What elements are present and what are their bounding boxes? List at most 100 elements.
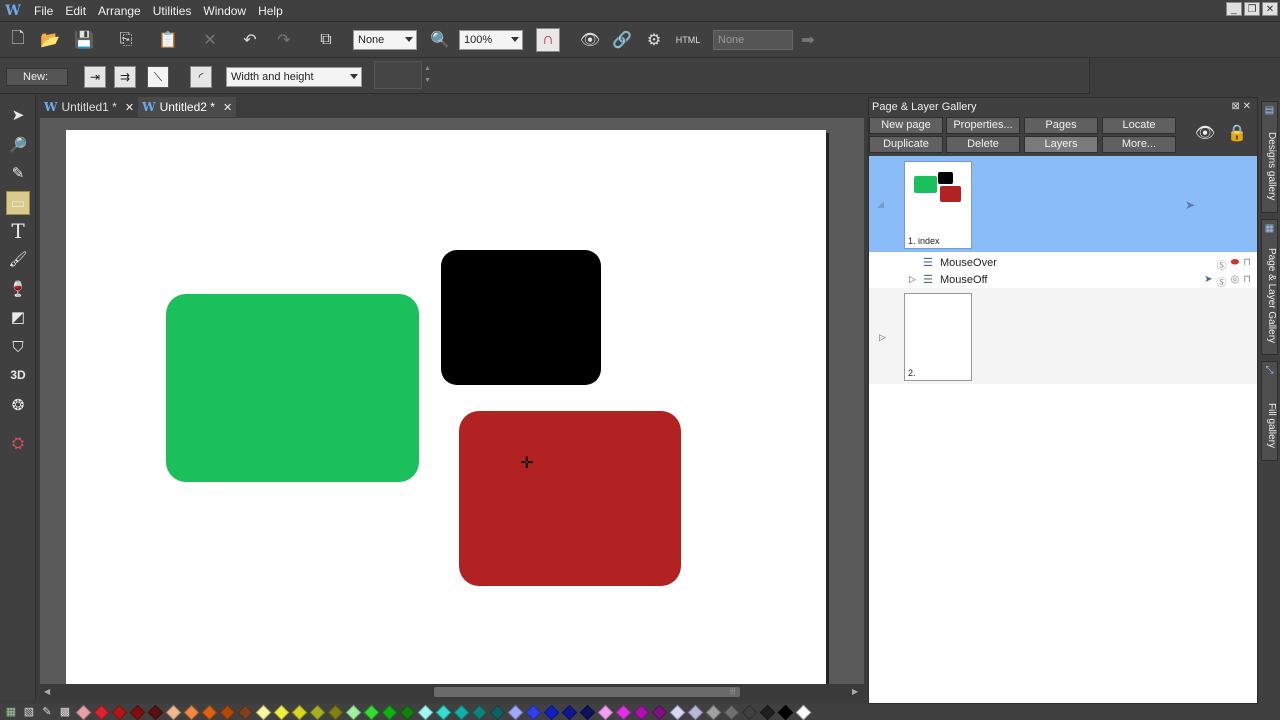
color-swatch[interactable] bbox=[795, 704, 811, 720]
color-swatch[interactable] bbox=[579, 704, 595, 720]
green-rounded-rectangle[interactable] bbox=[166, 294, 419, 482]
color-swatch[interactable] bbox=[561, 704, 577, 720]
locate-button[interactable]: Locate bbox=[1102, 117, 1176, 134]
fill-gallery-tab[interactable]: ⤡ Fill gallery bbox=[1261, 361, 1278, 461]
properties-button[interactable]: Properties... bbox=[946, 117, 1020, 134]
paste-icon[interactable]: 📋 bbox=[156, 28, 180, 52]
blend-tool-icon[interactable]: ❂ bbox=[6, 393, 30, 417]
delete-button[interactable]: Delete bbox=[946, 136, 1020, 153]
color-swatch[interactable] bbox=[165, 704, 181, 720]
transform-icon[interactable]: ⧉ bbox=[314, 28, 338, 52]
transparent-color-icon[interactable]: ▩ bbox=[58, 705, 72, 719]
duplicate-button[interactable]: Duplicate bbox=[869, 136, 943, 153]
close-tab-icon[interactable]: ✕ bbox=[125, 101, 134, 114]
color-swatch[interactable] bbox=[93, 704, 109, 720]
color-swatch[interactable] bbox=[327, 704, 343, 720]
color-swatch[interactable] bbox=[435, 704, 451, 720]
pages-button[interactable]: Pages bbox=[1024, 117, 1098, 134]
red-rounded-rectangle[interactable] bbox=[459, 411, 681, 586]
zoom-select[interactable]: 100% bbox=[459, 30, 523, 50]
menu-edit[interactable]: Edit bbox=[59, 0, 92, 22]
redo-icon[interactable]: ↷ bbox=[272, 28, 296, 52]
color-swatch[interactable] bbox=[525, 704, 541, 720]
color-swatch[interactable] bbox=[309, 704, 325, 720]
mould-tool-icon[interactable]: ⛉ bbox=[6, 335, 30, 359]
selector-tool-icon[interactable]: ➤ bbox=[6, 103, 30, 127]
open-folder-icon[interactable]: 📂 bbox=[38, 28, 62, 52]
undo-icon[interactable]: ↶ bbox=[238, 28, 262, 52]
restore-button[interactable]: ❐ bbox=[1244, 2, 1260, 16]
scroll-right-icon[interactable]: ▶ bbox=[852, 687, 858, 696]
hidden-eye-icon[interactable]: ◎ bbox=[1230, 274, 1239, 289]
layers-button[interactable]: Layers bbox=[1024, 136, 1098, 153]
color-swatch[interactable] bbox=[633, 704, 649, 720]
color-swatch[interactable] bbox=[669, 704, 685, 720]
expand-arrow-icon[interactable]: ▷ bbox=[879, 332, 886, 343]
quality-select[interactable]: None bbox=[353, 30, 417, 50]
3d-tool-icon[interactable]: 3D bbox=[6, 363, 30, 387]
corner-radius-field[interactable] bbox=[374, 61, 422, 89]
new-document-icon[interactable]: 🗋 bbox=[6, 28, 30, 52]
color-swatch[interactable] bbox=[345, 704, 361, 720]
layer-lock-icon[interactable]: 🔒 bbox=[1225, 122, 1249, 146]
horizontal-scrollbar[interactable]: ◀ ⦙⦙⦙ ▶ bbox=[40, 684, 864, 700]
transparency-tool-icon[interactable]: 🍷 bbox=[6, 277, 30, 301]
minimize-button[interactable]: _ bbox=[1226, 2, 1242, 16]
new-shape-edge-button[interactable]: ⇉ bbox=[114, 66, 136, 88]
color-swatch[interactable] bbox=[219, 704, 235, 720]
color-swatch[interactable] bbox=[741, 704, 757, 720]
color-swatch[interactable] bbox=[75, 704, 91, 720]
page-layer-gallery-tab[interactable]: ▦ Page & Layer Gallery bbox=[1261, 219, 1278, 355]
tab-untitled2[interactable]: W Untitled2 * ✕ bbox=[138, 97, 237, 117]
color-swatch[interactable] bbox=[759, 704, 775, 720]
disabled-none-select[interactable]: None bbox=[713, 30, 793, 50]
document-page[interactable] bbox=[66, 130, 826, 684]
color-swatch[interactable] bbox=[543, 704, 559, 720]
preview-eye-icon[interactable]: 👁 bbox=[578, 28, 602, 52]
close-button[interactable]: ✕ bbox=[1262, 2, 1278, 16]
save-icon[interactable]: 💾 bbox=[72, 28, 96, 52]
new-shape-center-button[interactable]: ⇥ bbox=[84, 66, 106, 88]
designs-gallery-tab[interactable]: ▤ Designs gallery bbox=[1261, 101, 1278, 213]
lock-icon[interactable]: ⊓ bbox=[1243, 274, 1251, 289]
color-swatch[interactable] bbox=[111, 704, 127, 720]
photo-tool-icon[interactable]: ⛭ bbox=[6, 431, 30, 455]
more-button[interactable]: More... bbox=[1102, 136, 1176, 153]
menu-help[interactable]: Help bbox=[252, 0, 289, 22]
fill-tool-icon[interactable]: 🖌 bbox=[6, 247, 30, 271]
color-swatch[interactable] bbox=[399, 704, 415, 720]
diagonal-shape-button[interactable]: ⟍ bbox=[147, 66, 169, 88]
arrow-right-icon[interactable]: ➡ bbox=[796, 28, 820, 52]
canvas-area[interactable]: ✛ bbox=[40, 118, 864, 684]
zoom-icon[interactable]: 🔍 bbox=[428, 28, 452, 52]
color-swatch[interactable] bbox=[183, 704, 199, 720]
visible-eye-icon[interactable]: ⬬ bbox=[1231, 257, 1240, 272]
menu-utilities[interactable]: Utilities bbox=[147, 0, 198, 22]
color-swatch[interactable] bbox=[147, 704, 163, 720]
expand-arrow-icon[interactable]: ▷ bbox=[909, 274, 916, 285]
close-tab-icon[interactable]: ✕ bbox=[223, 101, 232, 114]
size-mode-select[interactable]: Width and height bbox=[226, 67, 362, 87]
show-hide-eye-icon[interactable]: 👁 bbox=[1193, 122, 1217, 146]
corner-radius-spinner[interactable]: ▲ ▼ bbox=[424, 63, 431, 87]
snap-magnet-icon[interactable]: ∩ bbox=[536, 28, 560, 52]
collapse-arrow-icon[interactable]: ◢ bbox=[877, 199, 884, 210]
color-swatch[interactable] bbox=[687, 704, 703, 720]
color-swatch[interactable] bbox=[777, 704, 793, 720]
color-swatch[interactable] bbox=[507, 704, 523, 720]
color-swatch[interactable] bbox=[255, 704, 271, 720]
color-swatch[interactable] bbox=[489, 704, 505, 720]
color-swatch[interactable] bbox=[381, 704, 397, 720]
no-color-icon[interactable]: ▧ bbox=[22, 705, 36, 719]
rounded-corner-button[interactable]: ◜ bbox=[190, 66, 212, 88]
color-swatch[interactable] bbox=[723, 704, 739, 720]
menu-arrange[interactable]: Arrange bbox=[92, 0, 147, 22]
color-swatch[interactable] bbox=[651, 704, 667, 720]
menu-file[interactable]: File bbox=[28, 0, 59, 22]
new-page-button[interactable]: New page bbox=[869, 117, 943, 134]
color-swatch[interactable] bbox=[129, 704, 145, 720]
color-swatch[interactable] bbox=[453, 704, 469, 720]
html-code-icon[interactable]: HTML bbox=[674, 28, 702, 52]
layer-row-mouseover[interactable]: ☰ MouseOver Ⓢ ⬬ ⊓ bbox=[869, 255, 1257, 272]
color-editor-icon[interactable]: ▦ bbox=[4, 705, 18, 719]
